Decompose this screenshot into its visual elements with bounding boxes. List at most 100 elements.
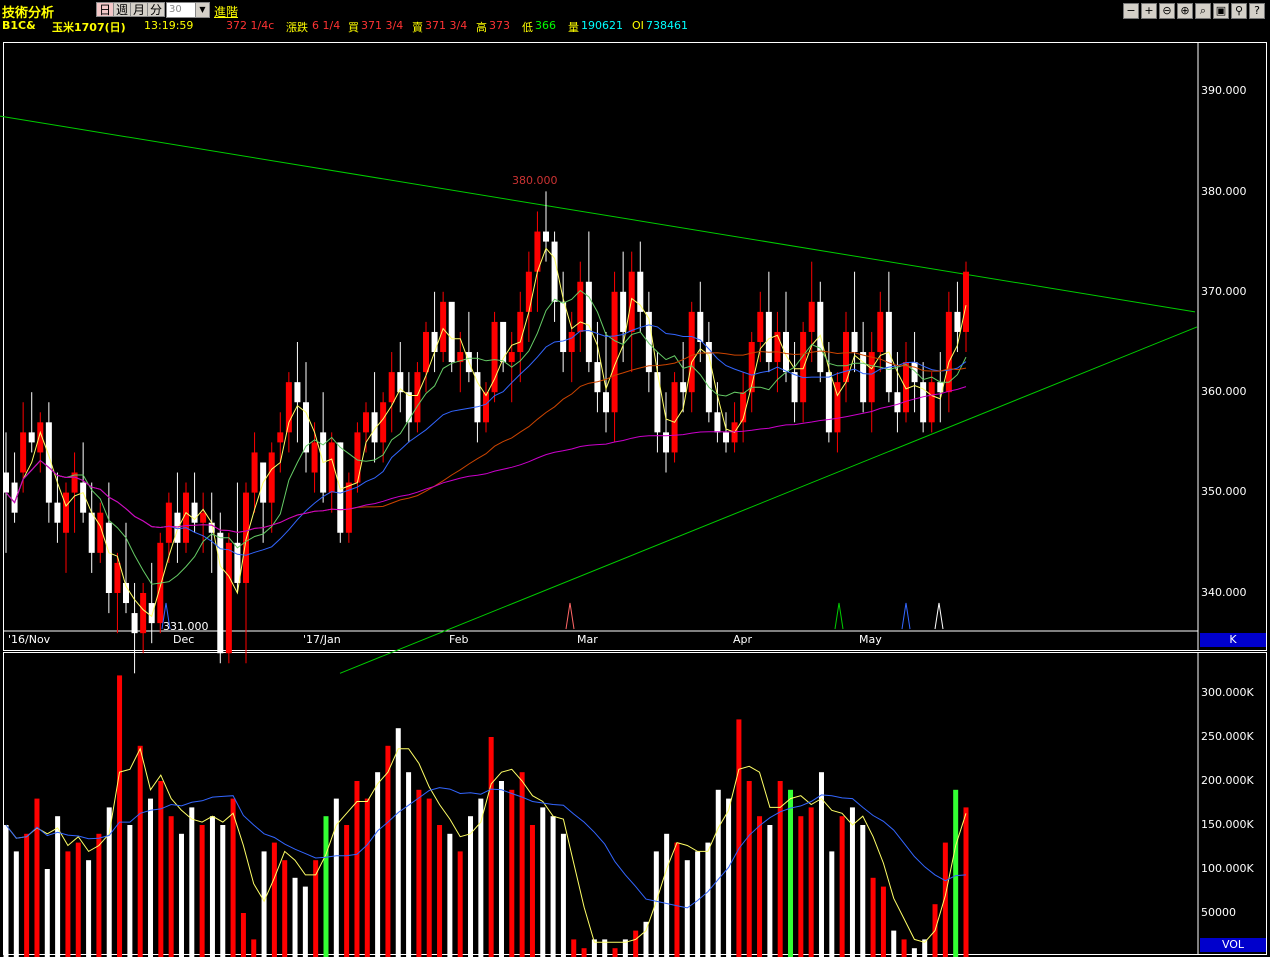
volume-bar	[24, 833, 30, 957]
candle-body	[765, 311, 772, 363]
volume-bar	[726, 798, 732, 957]
candle-body	[105, 522, 112, 593]
volume-bar	[571, 939, 577, 957]
volume-bar	[251, 939, 257, 957]
candle-body	[603, 392, 609, 413]
volume-bar	[664, 833, 670, 957]
candle-body	[3, 472, 9, 493]
volume-bar	[3, 825, 9, 957]
volume-bar	[468, 816, 474, 957]
candle-body	[483, 392, 489, 423]
candle-body	[165, 502, 172, 543]
ma-line-40	[5, 350, 967, 533]
volume-bar	[788, 789, 794, 957]
volume-bar	[963, 807, 969, 957]
signal-marker	[565, 602, 575, 630]
volume-bar	[550, 816, 556, 957]
candle-body	[63, 492, 69, 533]
candle-body	[525, 271, 532, 312]
volume-bar	[96, 833, 102, 957]
date-axis-label: May	[859, 633, 882, 646]
candle-body	[671, 382, 678, 453]
volume-bar	[529, 825, 535, 957]
candle-body	[611, 291, 618, 413]
volume-bar	[127, 825, 133, 957]
candle-body	[20, 432, 27, 473]
candle-body	[414, 372, 421, 423]
price-axis-label: 380.000	[1201, 185, 1247, 198]
volume-bar	[168, 816, 174, 957]
candle-body	[560, 301, 567, 353]
signal-marker	[934, 602, 944, 630]
volume-bar	[746, 781, 752, 957]
candle-body	[808, 301, 815, 332]
volume-bar	[911, 948, 917, 957]
candle-body	[903, 362, 909, 413]
candle-body	[217, 532, 224, 654]
price-axis-label: 370.000	[1201, 285, 1247, 298]
candle-body	[543, 231, 549, 242]
volume-bar	[509, 789, 515, 957]
candle-body	[868, 352, 875, 403]
volume-bar	[870, 877, 876, 957]
volume-bar	[953, 789, 959, 957]
date-axis-label: Apr	[733, 633, 753, 646]
volume-bar	[457, 851, 463, 957]
candle-body	[688, 311, 695, 393]
volume-axis-label: 50000	[1201, 906, 1236, 919]
signal-marker	[834, 602, 844, 630]
volume-bar	[437, 825, 443, 957]
volume-bar	[240, 913, 246, 957]
volume-bar	[653, 851, 659, 957]
candle-body	[697, 311, 704, 342]
candle-body	[517, 311, 524, 353]
volume-bar	[498, 781, 504, 957]
candle-body	[200, 512, 207, 523]
candle-body	[757, 311, 764, 342]
signal-marker	[901, 602, 911, 630]
candle-body	[783, 331, 789, 373]
candle-body	[225, 542, 232, 654]
volume-bar	[375, 772, 381, 957]
date-axis-label: Feb	[449, 633, 469, 646]
candle-body	[894, 392, 901, 413]
volume-bar	[426, 798, 432, 957]
volume-bar	[581, 948, 587, 957]
candle-body	[474, 372, 481, 423]
volume-bar	[271, 842, 277, 957]
volume-bar	[75, 842, 81, 957]
volume-bar	[519, 772, 525, 957]
trendline	[0, 115, 1196, 313]
candle-body	[714, 412, 721, 433]
volume-bar	[674, 842, 680, 957]
volume-bar	[344, 825, 350, 957]
price-axis-label: 390.000	[1201, 84, 1247, 97]
candle-body	[380, 402, 387, 443]
candle-body	[963, 271, 969, 332]
volume-axis-label: 300.000K	[1201, 686, 1254, 699]
volume-bar	[695, 851, 701, 957]
candle-body	[585, 281, 592, 363]
volume-bar	[684, 860, 690, 957]
volume-bar	[447, 833, 453, 957]
volume-bar	[55, 816, 61, 957]
date-axis-label: Mar	[577, 633, 598, 646]
candle-body	[491, 321, 498, 393]
price-axis-label: 350.000	[1201, 485, 1247, 498]
chart-canvas[interactable]: 380.000331.000	[0, 0, 1270, 957]
volume-bar	[633, 930, 639, 957]
candle-body	[371, 412, 378, 443]
candle-body	[928, 382, 935, 423]
candle-body	[131, 613, 138, 634]
candle-body	[628, 271, 635, 332]
volume-bar	[891, 930, 897, 957]
volume-bar	[540, 807, 546, 957]
volume-bar	[209, 816, 215, 957]
volume-bar	[292, 877, 298, 957]
candle-body	[440, 301, 447, 353]
volume-bar	[808, 807, 814, 957]
volume-bar	[34, 798, 40, 957]
price-axis-label: 360.000	[1201, 385, 1247, 398]
candle-body	[877, 311, 884, 353]
volume-bar	[829, 851, 835, 957]
